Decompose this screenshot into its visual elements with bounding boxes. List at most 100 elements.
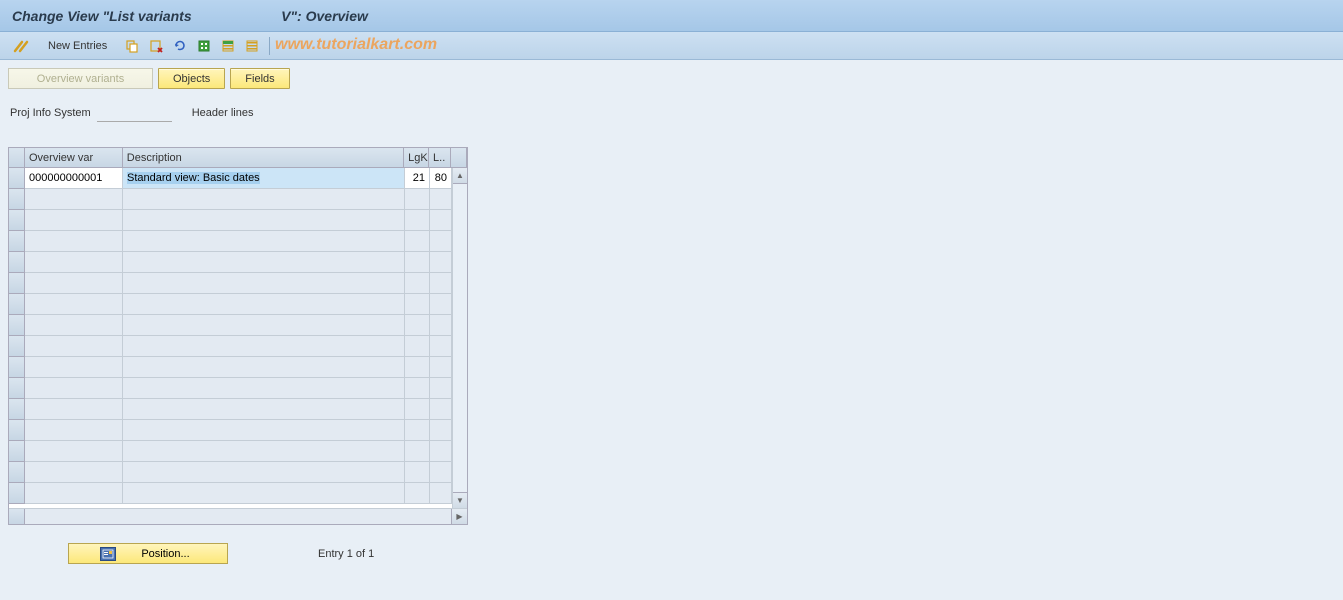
cell-description [123, 420, 405, 441]
cell-lgk [405, 336, 430, 357]
cell-overview-var [25, 441, 123, 462]
fields-button[interactable]: Fields [230, 68, 289, 89]
row-selector[interactable] [9, 294, 25, 315]
cell-overview-var [25, 462, 123, 483]
cell-overview-var [25, 252, 123, 273]
table-row[interactable]: 000000000001Standard view: Basic dates21… [9, 168, 452, 189]
cell-lgk [405, 294, 430, 315]
table-row [9, 483, 452, 504]
cell-l [430, 483, 452, 504]
row-selector[interactable] [9, 420, 25, 441]
scroll-right-icon[interactable]: ▶ [451, 509, 467, 525]
cell-description [123, 336, 405, 357]
overview-grid: Overview var Description LgK L.. 0000000… [8, 147, 468, 525]
cell-overview-var[interactable]: 000000000001 [25, 168, 123, 189]
cell-l [430, 252, 452, 273]
cell-description [123, 189, 405, 210]
cell-description[interactable]: Standard view: Basic dates [123, 168, 405, 189]
row-selector[interactable] [9, 252, 25, 273]
entry-status-text: Entry 1 of 1 [318, 548, 374, 560]
row-selector[interactable] [9, 210, 25, 231]
cell-l [430, 189, 452, 210]
cell-l [430, 231, 452, 252]
cell-lgk [405, 273, 430, 294]
grid-header-selector[interactable] [9, 148, 25, 168]
cell-lgk [405, 462, 430, 483]
cell-l [430, 357, 452, 378]
select-block-icon[interactable] [218, 36, 238, 56]
cell-l [430, 210, 452, 231]
pencils-icon[interactable] [12, 38, 32, 54]
overview-variants-button: Overview variants [8, 68, 153, 89]
row-selector[interactable] [9, 315, 25, 336]
toolbar-separator [269, 37, 270, 55]
watermark-text: www.tutorialkart.com [275, 36, 437, 54]
cell-overview-var [25, 315, 123, 336]
cell-lgk [405, 210, 430, 231]
cell-description [123, 399, 405, 420]
grid-header-row: Overview var Description LgK L.. [9, 148, 467, 168]
cell-description [123, 315, 405, 336]
cell-lgk [405, 378, 430, 399]
row-selector[interactable] [9, 399, 25, 420]
grid-footer-bar: Position... Entry 1 of 1 [68, 543, 1335, 564]
cell-lgk [405, 420, 430, 441]
cell-lgk [405, 252, 430, 273]
row-selector[interactable] [9, 357, 25, 378]
cell-description [123, 483, 405, 504]
copy-icon[interactable] [122, 36, 142, 56]
view-button-row: Overview variants Objects Fields [8, 68, 1335, 89]
row-selector[interactable] [9, 336, 25, 357]
cell-lgk [405, 483, 430, 504]
cell-l [430, 420, 452, 441]
row-selector[interactable] [9, 441, 25, 462]
position-button-label: Position... [141, 548, 189, 560]
grid-header-description[interactable]: Description [123, 148, 404, 168]
app-toolbar: New Entries [0, 32, 1343, 60]
grid-horizontal-scrollbar[interactable]: ▶ [9, 508, 467, 524]
cell-description [123, 294, 405, 315]
cell-description [123, 273, 405, 294]
table-row [9, 462, 452, 483]
grid-header-l[interactable]: L.. [429, 148, 451, 168]
scroll-down-icon[interactable]: ▼ [453, 492, 467, 508]
cell-lgk [405, 315, 430, 336]
grid-header-overview-var[interactable]: Overview var [25, 148, 123, 168]
cell-overview-var [25, 189, 123, 210]
select-all-icon[interactable] [194, 36, 214, 56]
table-row [9, 315, 452, 336]
scroll-up-icon[interactable]: ▲ [453, 168, 467, 184]
grid-header-lgk[interactable]: LgK [404, 148, 429, 168]
cell-l [430, 378, 452, 399]
cell-l[interactable]: 80 [430, 168, 452, 189]
row-selector[interactable] [9, 462, 25, 483]
delete-icon[interactable] [146, 36, 166, 56]
cell-lgk[interactable]: 21 [405, 168, 430, 189]
row-selector[interactable] [9, 168, 25, 189]
row-selector[interactable] [9, 273, 25, 294]
undo-icon[interactable] [170, 36, 190, 56]
row-selector[interactable] [9, 378, 25, 399]
cell-description [123, 231, 405, 252]
cell-overview-var [25, 210, 123, 231]
cell-l [430, 273, 452, 294]
row-selector[interactable] [9, 231, 25, 252]
grid-vertical-scrollbar[interactable]: ▲ ▼ [452, 168, 467, 508]
cell-overview-var [25, 294, 123, 315]
table-row [9, 294, 452, 315]
proj-info-system-value [97, 107, 172, 122]
header-lines-text: Header lines [192, 107, 254, 122]
cell-lgk [405, 231, 430, 252]
row-selector[interactable] [9, 483, 25, 504]
position-button[interactable]: Position... [68, 543, 228, 564]
row-selector[interactable] [9, 189, 25, 210]
table-row [9, 378, 452, 399]
cell-l [430, 336, 452, 357]
objects-button[interactable]: Objects [158, 68, 225, 89]
cell-l [430, 441, 452, 462]
cell-overview-var [25, 378, 123, 399]
new-entries-button[interactable]: New Entries [42, 38, 113, 54]
cell-overview-var [25, 483, 123, 504]
deselect-icon[interactable] [242, 36, 262, 56]
cell-description [123, 210, 405, 231]
